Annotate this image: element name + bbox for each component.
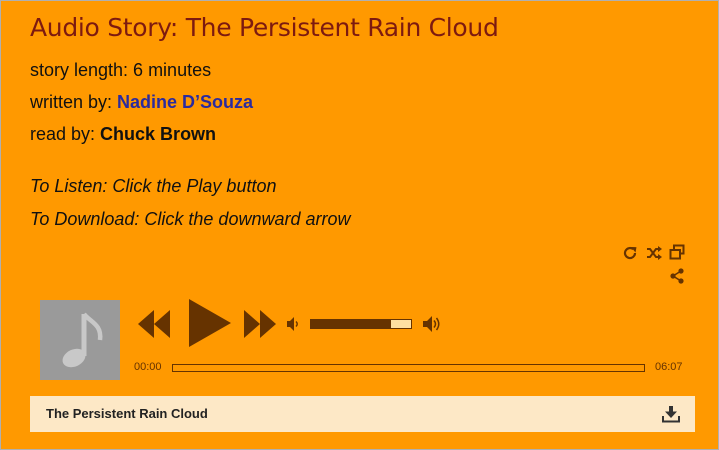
volume-slider[interactable] xyxy=(310,319,412,329)
author-line: written by: Nadine D’Souza xyxy=(30,92,253,113)
shuffle-icon[interactable] xyxy=(646,245,662,261)
volume-low-icon[interactable] xyxy=(286,316,300,332)
story-length: story length: 6 minutes xyxy=(30,60,212,80)
repeat-icon[interactable] xyxy=(622,245,638,261)
track-title: The Persistent Rain Cloud xyxy=(46,406,208,421)
popout-icon[interactable] xyxy=(669,244,685,260)
download-instruction: To Download: Click the downward arrow xyxy=(30,209,351,229)
seek-bar[interactable] xyxy=(172,364,645,372)
page-title: Audio Story: The Persistent Rain Cloud xyxy=(30,13,499,42)
volume-high-icon[interactable] xyxy=(422,314,442,334)
author-name-link[interactable]: Nadine D’Souza xyxy=(117,92,253,112)
download-icon[interactable] xyxy=(662,405,680,423)
album-art xyxy=(40,300,120,380)
playlist-item[interactable]: The Persistent Rain Cloud xyxy=(30,396,695,432)
volume-level xyxy=(311,320,391,328)
reader-name: Chuck Brown xyxy=(100,124,217,144)
rewind-button[interactable] xyxy=(138,310,170,338)
audio-story-panel: Audio Story: The Persistent Rain Cloud s… xyxy=(0,0,719,450)
share-icon[interactable] xyxy=(669,268,685,284)
listen-instruction: To Listen: Click the Play button xyxy=(30,176,277,196)
current-time: 00:00 xyxy=(134,361,162,373)
duration: 06:07 xyxy=(655,361,683,373)
author-prefix: written by: xyxy=(30,92,118,112)
fast-forward-button[interactable] xyxy=(244,310,276,338)
music-note-icon xyxy=(62,312,103,368)
reader-line: read by: Chuck Brown xyxy=(30,124,216,145)
play-button[interactable] xyxy=(187,299,231,347)
reader-prefix: read by: xyxy=(30,124,101,144)
